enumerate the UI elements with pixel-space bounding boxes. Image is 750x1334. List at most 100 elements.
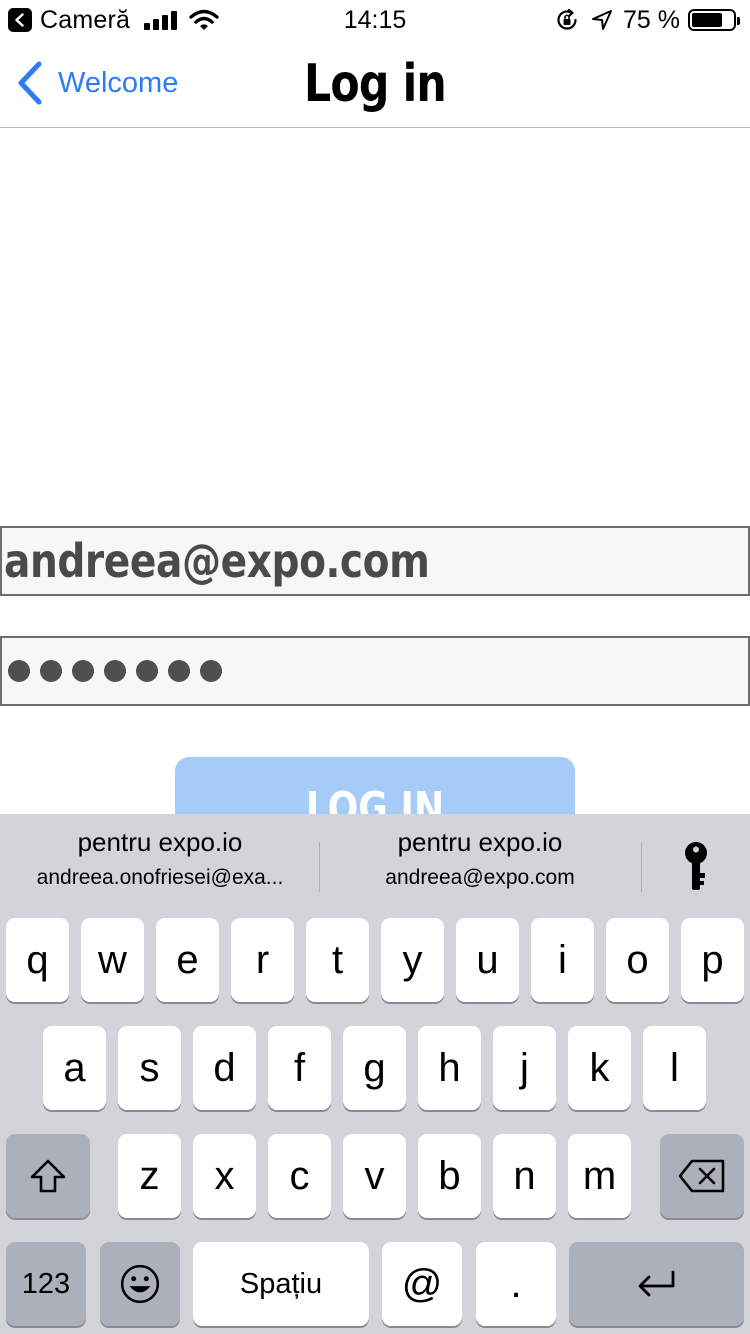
status-bar: Cameră 14:15 75 % (0, 0, 750, 40)
suggestion-2[interactable]: pentru expo.io andreea@expo.com (322, 824, 638, 900)
rotation-lock-icon (557, 8, 577, 30)
key-label[interactable]: r (256, 938, 269, 983)
page-title: Log in (304, 54, 447, 114)
backspace-key[interactable] (660, 1134, 744, 1218)
suggestion-2-account[interactable]: andreea@expo.com (322, 862, 638, 894)
dot-key-label[interactable]: . (510, 1262, 521, 1307)
password-dot (168, 660, 190, 682)
key-f[interactable]: f (268, 1026, 331, 1110)
return-icon (638, 1270, 674, 1297)
status-right: 75 % (555, 5, 740, 34)
key-a[interactable]: a (43, 1026, 106, 1110)
key-label[interactable]: x (215, 1154, 235, 1199)
password-dot (40, 660, 62, 682)
key-k[interactable]: k (568, 1026, 631, 1110)
password-key-icon (685, 842, 707, 890)
key-i[interactable]: i (531, 918, 594, 1002)
key-label[interactable]: k (590, 1046, 610, 1091)
password-dot (104, 660, 126, 682)
space-key[interactable]: Spațiu (193, 1242, 369, 1326)
key-s[interactable]: s (118, 1026, 181, 1110)
at-key-label[interactable]: @ (402, 1262, 443, 1307)
key-o[interactable]: o (606, 918, 669, 1002)
key-r[interactable]: r (231, 918, 294, 1002)
key-c[interactable]: c (268, 1134, 331, 1218)
key-p[interactable]: p (681, 918, 744, 1002)
at-key[interactable]: @ (382, 1242, 462, 1326)
key-d[interactable]: d (193, 1026, 256, 1110)
password-field[interactable] (0, 636, 750, 706)
key-l[interactable]: l (643, 1026, 706, 1110)
key-label[interactable]: p (701, 938, 723, 983)
suggestion-divider (319, 842, 320, 892)
shift-key[interactable] (6, 1134, 90, 1218)
key-label[interactable]: g (363, 1046, 385, 1091)
location-icon (592, 10, 613, 30)
battery-fill (692, 13, 722, 27)
numbers-key-label[interactable]: 123 (22, 1268, 70, 1301)
key-u[interactable]: u (456, 918, 519, 1002)
suggestion-1-title[interactable]: pentru expo.io (2, 824, 318, 860)
shift-icon (30, 1159, 66, 1193)
emoji-key[interactable] (100, 1242, 180, 1326)
key-b[interactable]: b (418, 1134, 481, 1218)
key-m[interactable]: m (568, 1134, 631, 1218)
password-dot (136, 660, 158, 682)
chevron-left-icon (18, 61, 42, 105)
key-label[interactable]: f (294, 1046, 305, 1091)
key-label[interactable]: q (26, 938, 48, 983)
key-t[interactable]: t (306, 918, 369, 1002)
keyboard: pentru expo.io andreea.onofriesei@exa...… (0, 814, 750, 1334)
key-label[interactable]: z (140, 1154, 160, 1199)
key-n[interactable]: n (493, 1134, 556, 1218)
suggestion-divider (641, 842, 642, 892)
password-suggestion-bar: pentru expo.io andreea.onofriesei@exa...… (0, 814, 750, 910)
key-label[interactable]: s (140, 1046, 160, 1091)
password-dot (200, 660, 222, 682)
battery-tip (737, 17, 740, 25)
key-label[interactable]: w (98, 938, 127, 983)
key-label[interactable]: l (670, 1046, 679, 1091)
return-key[interactable] (569, 1242, 744, 1326)
battery-percent: 75 % (623, 5, 680, 34)
key-label[interactable]: e (176, 938, 198, 983)
key-j[interactable]: j (493, 1026, 556, 1110)
key-label[interactable]: u (476, 938, 498, 983)
key-label[interactable]: b (438, 1154, 460, 1199)
suggestion-1-account[interactable]: andreea.onofriesei@exa... (2, 862, 318, 894)
key-label[interactable]: a (63, 1046, 85, 1091)
key-label[interactable]: h (438, 1046, 460, 1091)
password-dot (8, 660, 30, 682)
key-q[interactable]: q (6, 918, 69, 1002)
emoji-icon (120, 1264, 160, 1304)
key-label[interactable]: t (332, 938, 343, 983)
dot-key[interactable]: . (476, 1242, 556, 1326)
key-label[interactable]: c (290, 1154, 310, 1199)
key-z[interactable]: z (118, 1134, 181, 1218)
navigation-bar: Welcome Log in (0, 40, 750, 128)
email-value[interactable]: andreea@expo.com (4, 534, 430, 588)
key-label[interactable]: m (583, 1154, 616, 1199)
key-x[interactable]: x (193, 1134, 256, 1218)
key-label[interactable]: n (513, 1154, 535, 1199)
suggestion-1[interactable]: pentru expo.io andreea.onofriesei@exa... (2, 824, 318, 900)
email-field[interactable]: andreea@expo.com (0, 526, 750, 596)
battery-icon (688, 9, 740, 31)
key-label[interactable]: v (365, 1154, 385, 1199)
key-label[interactable]: y (403, 938, 423, 983)
key-label[interactable]: o (626, 938, 648, 983)
password-dots[interactable] (8, 660, 222, 682)
key-y[interactable]: y (381, 918, 444, 1002)
key-e[interactable]: e (156, 918, 219, 1002)
key-label[interactable]: d (213, 1046, 235, 1091)
key-label[interactable]: i (558, 938, 567, 983)
space-key-label[interactable]: Spațiu (240, 1268, 322, 1301)
suggestion-2-title[interactable]: pentru expo.io (322, 824, 638, 860)
key-v[interactable]: v (343, 1134, 406, 1218)
numbers-key[interactable]: 123 (6, 1242, 86, 1326)
key-h[interactable]: h (418, 1026, 481, 1110)
key-icon[interactable] (674, 840, 718, 892)
key-label[interactable]: j (520, 1046, 529, 1091)
key-g[interactable]: g (343, 1026, 406, 1110)
key-w[interactable]: w (81, 918, 144, 1002)
